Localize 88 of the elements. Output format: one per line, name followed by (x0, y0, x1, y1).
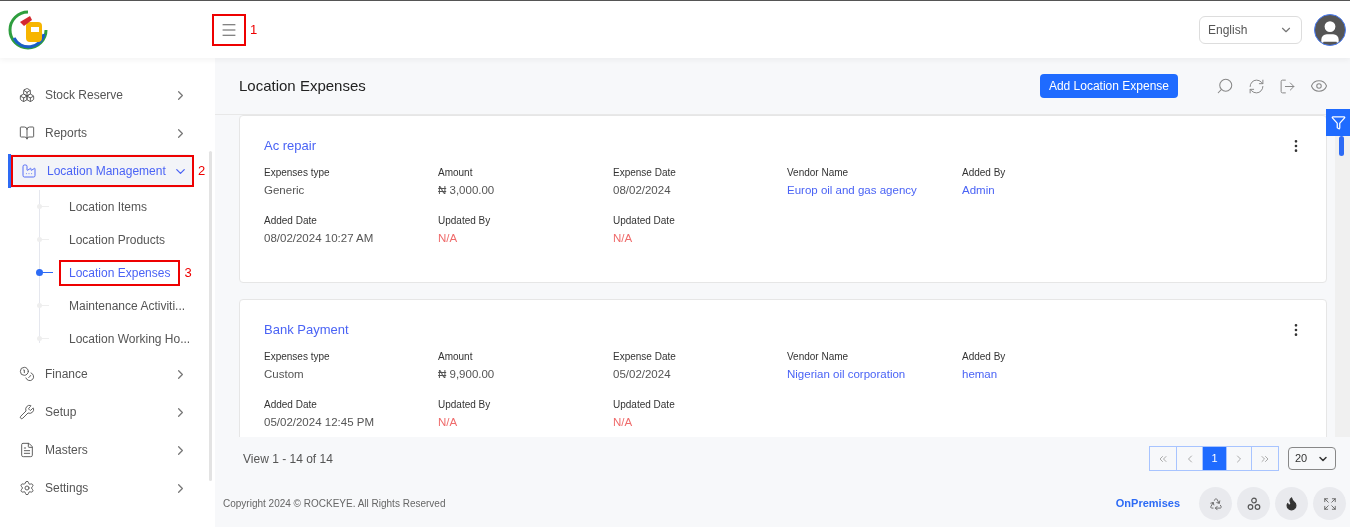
sidebar-item-label: Reports (45, 125, 88, 142)
submenu-item[interactable]: Maintenance Activiti... (69, 296, 186, 315)
page-button[interactable]: 1 (1203, 447, 1226, 470)
sidebar-item-label: Finance (45, 366, 88, 383)
wrench-icon (19, 404, 35, 420)
sidebar-item[interactable]: Reports (8, 116, 194, 150)
sidebar-item[interactable]: Finance (8, 357, 194, 391)
field-value: Generic (264, 182, 306, 198)
search-icon[interactable] (1216, 77, 1234, 95)
submenu-item[interactable]: Location Items (69, 197, 148, 216)
field-label: Expense Date (613, 349, 677, 364)
field-value: N/A (438, 230, 459, 246)
coins-icon (19, 366, 35, 382)
annotation-number: 2 (198, 162, 206, 181)
field-label: Added Date (264, 397, 318, 412)
sidebar-item-label: Stock Reserve (45, 87, 124, 104)
expense-title[interactable]: Ac repair (264, 136, 317, 156)
book-icon (19, 125, 35, 141)
field-label: Amount (438, 349, 474, 364)
boxes-icon (19, 87, 35, 103)
sidebar-item[interactable]: Stock Reserve (8, 78, 194, 112)
avatar[interactable] (1314, 13, 1346, 46)
menu-button[interactable] (212, 13, 246, 46)
fullscreen-button[interactable] (1313, 487, 1346, 520)
field-value: ₦ 3,000.00 (438, 182, 496, 198)
field-value: 05/02/2024 (613, 366, 672, 382)
next-page-button[interactable] (1226, 447, 1252, 470)
field-value: N/A (438, 414, 459, 430)
field-label: Added By (962, 349, 1007, 364)
field-value[interactable]: heman (962, 365, 1137, 383)
recycle-button[interactable] (1199, 487, 1232, 520)
field-label: Expenses type (264, 165, 331, 180)
sidebar-item-label: Location Management (47, 163, 166, 180)
sidebar-item[interactable]: Settings (8, 471, 194, 505)
expense-title[interactable]: Bank Payment (264, 320, 349, 340)
deployment-mode: OnPremises (1115, 496, 1180, 512)
field-value: 08/02/2024 10:27 AM (264, 230, 375, 246)
settings-icon (19, 480, 35, 496)
sidebar-item[interactable]: Setup (8, 395, 194, 429)
field-value: Custom (264, 366, 305, 382)
submenu-item[interactable]: Location Working Ho... (69, 329, 191, 348)
sidebar-item[interactable]: Location Management (8, 154, 194, 188)
flame-icon (1284, 496, 1299, 511)
filter-icon (1330, 115, 1346, 130)
field-value[interactable]: Nigerian oil corporation (787, 365, 962, 383)
field-label: Updated Date (613, 213, 676, 228)
flame-button[interactable] (1275, 487, 1308, 520)
page-title: Location Expenses (239, 75, 366, 96)
expand-icon (1322, 496, 1337, 511)
annotation-number: 1 (250, 20, 258, 39)
page-size-select[interactable]: 20 (1288, 447, 1336, 470)
field-value: N/A (613, 414, 634, 430)
field-label: Vendor Name (787, 165, 850, 180)
field-label: Expenses type (264, 349, 331, 364)
field-value: ₦ 9,900.00 (438, 366, 496, 382)
field-value: 08/02/2024 (613, 182, 672, 198)
field-label: Amount (438, 165, 474, 180)
add-location-expense-button[interactable]: Add Location Expense (1039, 74, 1178, 98)
field-label: Updated By (438, 213, 492, 228)
field-value[interactable]: Admin (962, 181, 1137, 199)
field-label: Added By (962, 165, 1007, 180)
recycle-icon (1208, 496, 1223, 511)
annotation-number: 3 (184, 263, 192, 282)
submenu-item[interactable]: Location Products (69, 230, 166, 249)
filter-tab[interactable] (1326, 109, 1350, 136)
document-icon (19, 442, 35, 458)
eye-icon[interactable] (1310, 77, 1328, 95)
sidebar-item-label: Settings (45, 480, 89, 497)
field-label: Vendor Name (787, 349, 850, 364)
sidebar-item[interactable]: Masters (8, 433, 194, 467)
field-label: Added Date (264, 213, 318, 228)
scrollbar[interactable] (1335, 136, 1350, 437)
field-value[interactable]: Europ oil and gas agency (787, 181, 962, 199)
cluster-button[interactable] (1237, 487, 1270, 520)
field-label: Updated Date (613, 397, 676, 412)
language-select[interactable]: English (1199, 15, 1302, 44)
factory-icon (21, 163, 37, 179)
three-circles-icon (1246, 496, 1261, 511)
field-value: 05/02/2024 12:45 PM (264, 414, 375, 430)
field-label: Expense Date (613, 165, 677, 180)
copyright-text: Copyright 2024 © ROCKEYE. All Rights Reserved (223, 497, 446, 511)
sidebar-item-label: Setup (45, 404, 77, 421)
export-icon[interactable] (1279, 77, 1296, 95)
results-summary: View 1 - 14 of 14 (243, 450, 333, 468)
field-value: N/A (613, 230, 634, 246)
field-label: Updated By (438, 397, 492, 412)
sidebar-item-label: Masters (45, 442, 88, 459)
refresh-icon[interactable] (1248, 77, 1265, 95)
